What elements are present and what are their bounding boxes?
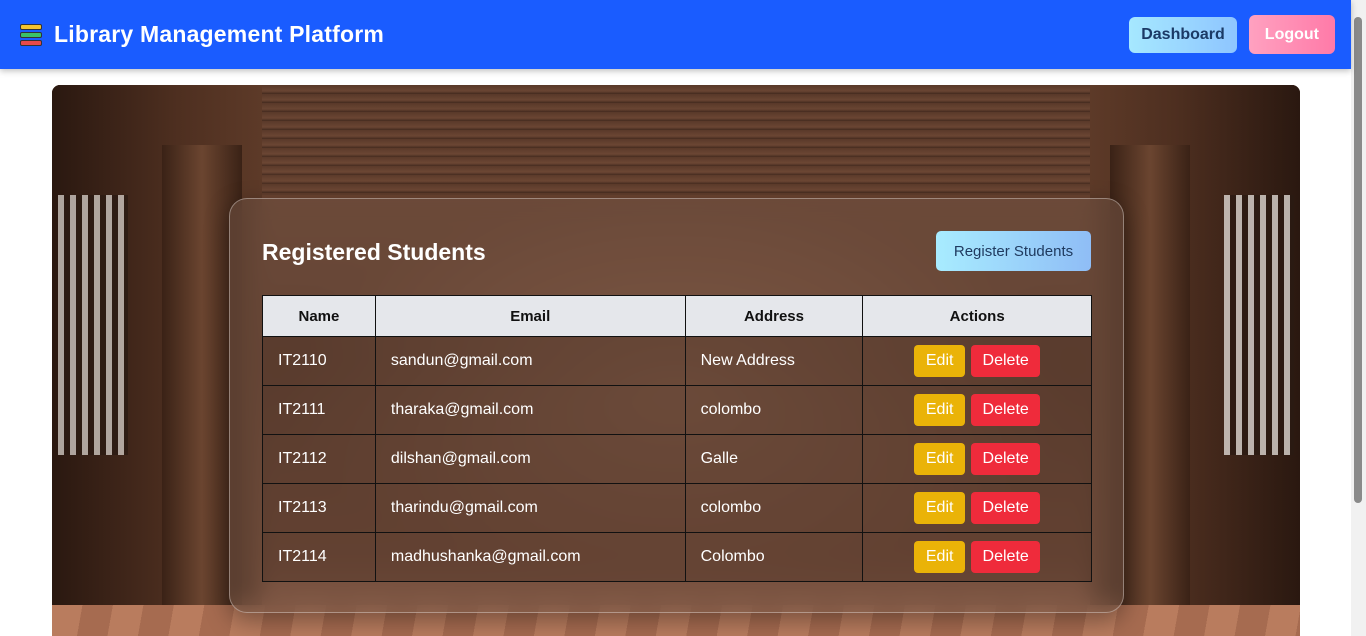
cell-email: dilshan@gmail.com: [374, 434, 686, 484]
cell-email: sandun@gmail.com: [374, 336, 686, 386]
delete-button[interactable]: Delete: [971, 443, 1041, 475]
cell-name: IT2112: [262, 434, 376, 484]
cell-actions: Edit Delete: [862, 532, 1092, 582]
table-row: IT2111 tharaka@gmail.com colombo Edit Del…: [262, 385, 1092, 435]
delete-button[interactable]: Delete: [971, 345, 1041, 377]
students-table: Name Email Address Actions IT2110 sandun…: [262, 295, 1092, 582]
cell-address: colombo: [684, 385, 864, 435]
column-header-email: Email: [374, 295, 686, 337]
cell-actions: Edit Delete: [862, 336, 1092, 386]
table-row: IT2113 tharindu@gmail.com colombo Edit De…: [262, 483, 1092, 533]
cell-actions: Edit Delete: [862, 483, 1092, 533]
cell-name: IT2113: [262, 483, 376, 533]
table-row: IT2114 madhushanka@gmail.com Colombo Edi…: [262, 532, 1092, 582]
page-scrollbar[interactable]: [1351, 0, 1366, 636]
cell-address: Colombo: [684, 532, 864, 582]
cell-email: tharaka@gmail.com: [374, 385, 686, 435]
top-navbar: Library Management Platform Dashboard Lo…: [0, 0, 1351, 69]
nav-actions: Dashboard Logout: [1129, 15, 1335, 54]
page-title: Registered Students: [262, 239, 486, 265]
cell-name: IT2114: [262, 532, 376, 582]
cell-email: tharindu@gmail.com: [374, 483, 686, 533]
dashboard-button[interactable]: Dashboard: [1129, 16, 1237, 53]
edit-button[interactable]: Edit: [914, 394, 966, 426]
edit-button[interactable]: Edit: [914, 345, 966, 377]
books-icon: [18, 22, 44, 48]
column-header-actions: Actions: [862, 295, 1092, 337]
cell-actions: Edit Delete: [862, 434, 1092, 484]
cell-name: IT2110: [262, 336, 376, 386]
cell-address: New Address: [684, 336, 864, 386]
column-header-name: Name: [262, 295, 376, 337]
brand: Library Management Platform: [18, 21, 384, 48]
cell-name: IT2111: [262, 385, 376, 435]
logout-button[interactable]: Logout: [1248, 15, 1335, 54]
delete-button[interactable]: Delete: [971, 541, 1041, 573]
app-title: Library Management Platform: [54, 21, 385, 47]
edit-button[interactable]: Edit: [914, 541, 966, 573]
table-row: IT2110 sandun@gmail.com New Address Edit…: [262, 336, 1092, 386]
register-students-button[interactable]: Register Students: [936, 231, 1091, 271]
cell-address: Galle: [684, 434, 864, 484]
table-header-row: Name Email Address Actions: [262, 295, 1092, 337]
scrollbar-thumb[interactable]: [1354, 17, 1362, 503]
cell-email: madhushanka@gmail.com: [374, 532, 686, 582]
delete-button[interactable]: Delete: [971, 394, 1041, 426]
edit-button[interactable]: Edit: [914, 492, 966, 524]
column-header-address: Address: [684, 295, 864, 337]
students-card: Registered Students Register Students Na…: [229, 198, 1124, 613]
delete-button[interactable]: Delete: [971, 492, 1041, 524]
cell-actions: Edit Delete: [862, 385, 1092, 435]
table-row: IT2112 dilshan@gmail.com Galle Edit Delet…: [262, 434, 1092, 484]
edit-button[interactable]: Edit: [914, 443, 966, 475]
cell-address: colombo: [684, 483, 864, 533]
